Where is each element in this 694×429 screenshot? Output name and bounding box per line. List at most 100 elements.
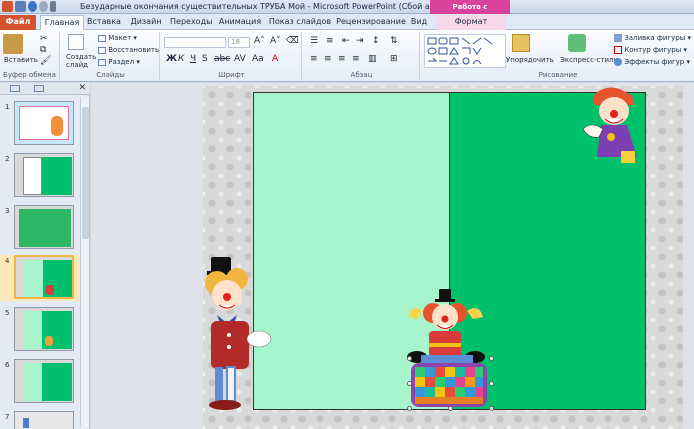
close-panel-icon[interactable]: ✕ xyxy=(78,83,86,93)
section-button[interactable]: Раздел ▾ xyxy=(98,58,140,66)
cut-icon[interactable]: ✂ xyxy=(40,34,48,44)
drawing-group-label: Рисование xyxy=(538,71,578,79)
shrink-font-icon[interactable]: A˅ xyxy=(270,36,281,46)
picture-tools-label: Работа с рисунками xyxy=(430,0,510,25)
font-size-field[interactable]: 18 xyxy=(228,37,250,48)
slide-1-preview xyxy=(14,101,74,145)
copy-icon[interactable]: ⧉ xyxy=(40,45,46,55)
quick-styles-button[interactable] xyxy=(568,34,586,52)
italic-icon[interactable]: К xyxy=(178,54,184,64)
resize-handle[interactable] xyxy=(407,406,412,411)
shape-fill-button[interactable]: Заливка фигуры ▾ xyxy=(614,34,691,42)
tab-review[interactable]: Рецензирование xyxy=(336,15,406,30)
new-slide-button[interactable] xyxy=(68,34,84,50)
line-spacing-icon[interactable]: ↕ xyxy=(372,36,380,46)
slide-thumbnail[interactable]: 7 xyxy=(0,411,80,429)
paste-label[interactable]: Вставить xyxy=(4,56,38,64)
shape-effects-button[interactable]: Эффекты фигур ▾ xyxy=(614,58,690,66)
bullets-icon[interactable]: ☰ xyxy=(310,36,318,46)
tab-view[interactable]: Вид xyxy=(408,15,430,30)
panel-scrollbar[interactable] xyxy=(80,97,89,427)
new-slide-label[interactable]: Создать слайд xyxy=(66,53,96,69)
tab-file[interactable]: Файл xyxy=(0,15,36,30)
clown-top-right-image[interactable] xyxy=(581,85,647,167)
layout-icon xyxy=(98,34,106,42)
ribbon: Вставить ✂ ⧉ 🖌 Буфер обмена Создать слай… xyxy=(0,30,694,82)
slide-thumbnail[interactable]: 2 xyxy=(0,153,80,199)
section-icon xyxy=(98,58,106,66)
font-group-label: Шрифт xyxy=(218,71,245,79)
increase-indent-icon[interactable]: ⇥ xyxy=(356,36,364,46)
tab-insert[interactable]: Вставка xyxy=(86,15,122,30)
grow-font-icon[interactable]: A˄ xyxy=(254,36,265,46)
slide-number: 5 xyxy=(5,309,10,317)
arrange-label[interactable]: Упорядочить xyxy=(506,56,554,64)
justify-icon[interactable]: ≡ xyxy=(352,54,360,64)
redo-icon[interactable] xyxy=(39,1,48,12)
resize-handle[interactable] xyxy=(448,406,453,411)
change-case-icon[interactable]: Aa xyxy=(252,54,264,64)
text-direction-icon[interactable]: ⇅ xyxy=(390,36,398,46)
format-painter-icon[interactable]: 🖌 xyxy=(40,56,51,66)
slides-tab-icon[interactable] xyxy=(10,85,20,92)
smartart-icon[interactable]: ⊞ xyxy=(390,54,398,64)
resize-handle[interactable] xyxy=(489,381,494,386)
shapes-icon xyxy=(427,37,493,65)
outline-tab-icon[interactable] xyxy=(34,85,44,92)
decrease-indent-icon[interactable]: ⇤ xyxy=(342,36,350,46)
undo-icon[interactable] xyxy=(28,1,37,12)
slide-thumbnail[interactable]: 3 xyxy=(0,205,80,251)
slide-4-preview xyxy=(14,255,74,299)
slide-thumbnail-selected[interactable]: 4 xyxy=(0,255,80,301)
tab-slideshow[interactable]: Показ слайдов xyxy=(268,15,332,30)
save-icon[interactable] xyxy=(15,1,26,12)
slides-group: Создать слайд Макет ▾ Восстановить Разде… xyxy=(62,32,160,80)
resize-handle[interactable] xyxy=(407,381,412,386)
align-left-icon[interactable]: ≡ xyxy=(310,54,318,64)
customize-qat-icon[interactable] xyxy=(50,1,56,12)
layout-button[interactable]: Макет ▾ xyxy=(98,34,137,42)
slide-thumbnail[interactable]: 5 xyxy=(0,307,80,353)
strikethrough-icon[interactable]: abc xyxy=(214,54,230,64)
quick-styles-icon xyxy=(568,34,586,52)
tab-animation[interactable]: Анимация xyxy=(218,15,262,30)
tab-home[interactable]: Главная xyxy=(40,15,84,30)
align-center-icon[interactable]: ≡ xyxy=(324,54,332,64)
slides-group-label: Слайды xyxy=(96,71,125,79)
shape-outline-button[interactable]: Контур фигуры ▾ xyxy=(614,46,687,54)
slide-thumbnail[interactable]: 1 xyxy=(0,101,80,147)
shapes-gallery[interactable] xyxy=(424,34,506,68)
reset-icon xyxy=(98,46,106,54)
clear-format-icon[interactable]: ⌫ xyxy=(286,36,299,46)
font-color-icon[interactable]: A xyxy=(272,54,278,64)
paste-button[interactable] xyxy=(3,34,23,54)
slide-7-preview xyxy=(14,411,74,429)
font-group: 18 A˄ A˅ ⌫ Ж К Ч S abc AV Aa A Шрифт xyxy=(162,32,302,80)
quick-styles-label[interactable]: Экспресс-стили xyxy=(560,56,618,64)
section-label: Раздел xyxy=(108,58,135,66)
tab-format[interactable]: Формат xyxy=(436,15,506,30)
clipboard-group: Вставить ✂ ⧉ 🖌 Буфер обмена xyxy=(0,32,60,80)
bold-icon[interactable]: Ж xyxy=(166,54,177,64)
font-name-field[interactable] xyxy=(164,37,226,48)
reset-button[interactable]: Восстановить xyxy=(98,46,159,54)
powerpoint-logo-icon[interactable] xyxy=(2,1,13,12)
align-right-icon[interactable]: ≡ xyxy=(338,54,346,64)
title-bar: Безударные окончания существительных ТРУ… xyxy=(0,0,694,25)
slide-thumbnail[interactable]: 6 xyxy=(0,359,80,405)
clown-left-image[interactable] xyxy=(203,257,279,411)
tab-transitions[interactable]: Переходы xyxy=(170,15,212,30)
scroll-thumb[interactable] xyxy=(82,107,89,239)
char-spacing-icon[interactable]: AV xyxy=(234,54,246,64)
resize-handle[interactable] xyxy=(489,406,494,411)
underline-icon[interactable]: Ч xyxy=(190,54,196,64)
clown-center-image[interactable] xyxy=(403,289,499,413)
resize-handle[interactable] xyxy=(407,356,412,361)
tab-design[interactable]: Дизайн xyxy=(128,15,164,30)
outline-icon xyxy=(614,46,622,54)
resize-handle[interactable] xyxy=(489,356,494,361)
arrange-button[interactable] xyxy=(512,34,530,52)
numbering-icon[interactable]: ≡ xyxy=(326,36,334,46)
columns-icon[interactable]: ▥ xyxy=(368,54,377,64)
shadow-icon[interactable]: S xyxy=(202,54,208,64)
